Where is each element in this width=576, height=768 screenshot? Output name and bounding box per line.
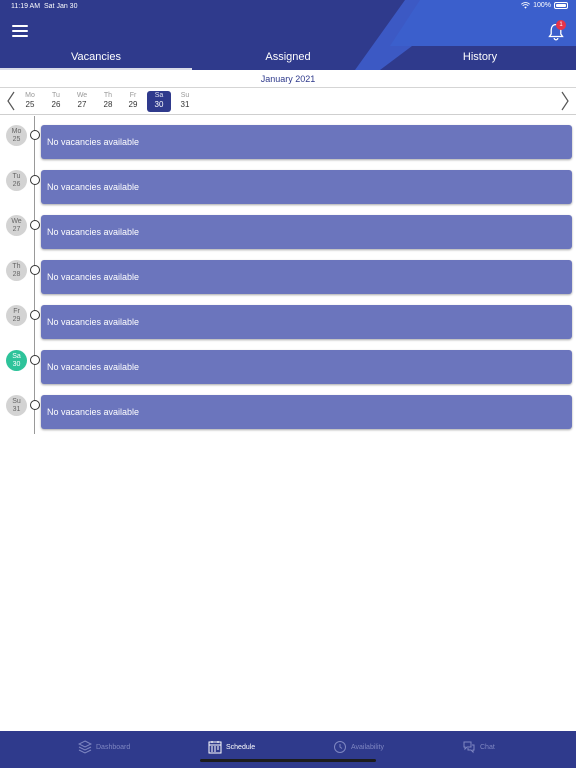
timeline-node [30, 355, 40, 365]
day-circle: We 27 [6, 215, 27, 236]
status-date: Sat Jan 30 [44, 3, 78, 10]
nav-schedule-label: Schedule [226, 743, 256, 751]
nav-availability-label: Availability [351, 743, 384, 751]
nav-schedule[interactable]: Schedule [208, 739, 255, 755]
status-bar: 11:19 AM Sat Jan 30 100% [0, 0, 576, 14]
battery-icon [554, 2, 568, 9]
nav-chat[interactable]: Chat [462, 739, 495, 755]
vacancy-card[interactable]: No vacancies available [41, 350, 572, 384]
day-row: Su 31 No vacancies available [0, 395, 576, 431]
week-strip: Mo 25 Tu 26 We 27 Th 28 Fr 29 Sa 30 Su 31 [0, 88, 576, 115]
notifications-button[interactable]: 1 [546, 20, 566, 42]
hamburger-menu-icon[interactable] [12, 25, 28, 37]
previous-week-icon[interactable] [5, 90, 17, 112]
day-circle-today: Sa 30 [6, 350, 27, 371]
wifi-icon [521, 2, 531, 9]
day-circle: Mo 25 [6, 125, 27, 146]
day-row: Sa 30 No vacancies available [0, 350, 576, 386]
day-row: Mo 25 No vacancies available [0, 125, 576, 161]
week-day-number: 27 [77, 100, 87, 109]
day-row: Tu 26 No vacancies available [0, 170, 576, 206]
chat-icon [463, 741, 475, 754]
week-day-mo[interactable]: Mo 25 [18, 91, 42, 112]
nav-availability[interactable]: Availability [333, 739, 384, 755]
day-circle: Tu 26 [6, 170, 27, 191]
week-day-abbr: Mo [25, 92, 35, 99]
calendar-icon [208, 741, 222, 754]
week-day-number: 30 [154, 100, 164, 109]
day-row: Th 28 No vacancies available [0, 260, 576, 296]
week-day-abbr: We [76, 92, 88, 99]
tab-history[interactable]: History [384, 46, 576, 70]
vacancy-card[interactable]: No vacancies available [41, 170, 572, 204]
timeline-node [30, 175, 40, 185]
week-day-number: 29 [128, 100, 138, 109]
notification-badge: 1 [556, 20, 566, 30]
day-circle: Su 31 [6, 395, 27, 416]
bottom-nav-bar: Dashboard Schedule Availability Chat [0, 731, 576, 768]
day-circle: Th 28 [6, 260, 27, 281]
status-time: 11:19 AM [11, 3, 41, 10]
vacancy-card[interactable]: No vacancies available [41, 125, 572, 159]
week-day-fr[interactable]: Fr 29 [121, 91, 145, 112]
timeline-node [30, 310, 40, 320]
nav-dashboard-label: Dashboard [96, 743, 131, 751]
day-row: We 27 No vacancies available [0, 215, 576, 251]
app-header: 11:19 AM Sat Jan 30 100% 1 Vacancies Ass… [0, 0, 576, 70]
week-day-sa-selected[interactable]: Sa 30 [147, 91, 171, 112]
home-indicator [200, 759, 376, 762]
week-day-abbr: Tu [52, 92, 60, 99]
day-row: Fr 29 No vacancies available [0, 305, 576, 341]
tab-vacancies[interactable]: Vacancies [0, 46, 192, 70]
vacancy-card[interactable]: No vacancies available [41, 305, 572, 339]
tab-assigned[interactable]: Assigned [192, 46, 384, 70]
availability-icon [334, 741, 346, 753]
battery-percent: 100% [533, 2, 551, 9]
vacancy-card[interactable]: No vacancies available [41, 260, 572, 294]
tab-bar: Vacancies Assigned History [0, 46, 576, 70]
week-day-th[interactable]: Th 28 [96, 91, 120, 112]
week-day-number: 25 [25, 100, 35, 109]
week-day-abbr: Fr [129, 92, 137, 99]
nav-dashboard[interactable]: Dashboard [78, 739, 130, 755]
vacancy-card[interactable]: No vacancies available [41, 395, 572, 429]
status-right: 100% [521, 2, 568, 9]
vacancy-card[interactable]: No vacancies available [41, 215, 572, 249]
week-day-abbr: Th [103, 92, 113, 99]
week-day-abbr: Su [180, 92, 190, 99]
week-day-number: 28 [103, 100, 113, 109]
next-week-icon[interactable] [559, 90, 571, 112]
week-day-number: 26 [51, 100, 61, 109]
week-day-tu[interactable]: Tu 26 [44, 91, 68, 112]
timeline-node [30, 130, 40, 140]
timeline-node [30, 400, 40, 410]
week-day-abbr: Sa [154, 92, 164, 99]
week-day-su[interactable]: Su 31 [173, 91, 197, 112]
week-day-number: 31 [180, 100, 190, 109]
dashboard-icon [78, 740, 92, 754]
timeline-node [30, 220, 40, 230]
week-day-we[interactable]: We 27 [70, 91, 94, 112]
day-circle: Fr 29 [6, 305, 27, 326]
nav-chat-label: Chat [480, 743, 495, 751]
month-label: January 2021 [0, 70, 576, 88]
timeline-node [30, 265, 40, 275]
